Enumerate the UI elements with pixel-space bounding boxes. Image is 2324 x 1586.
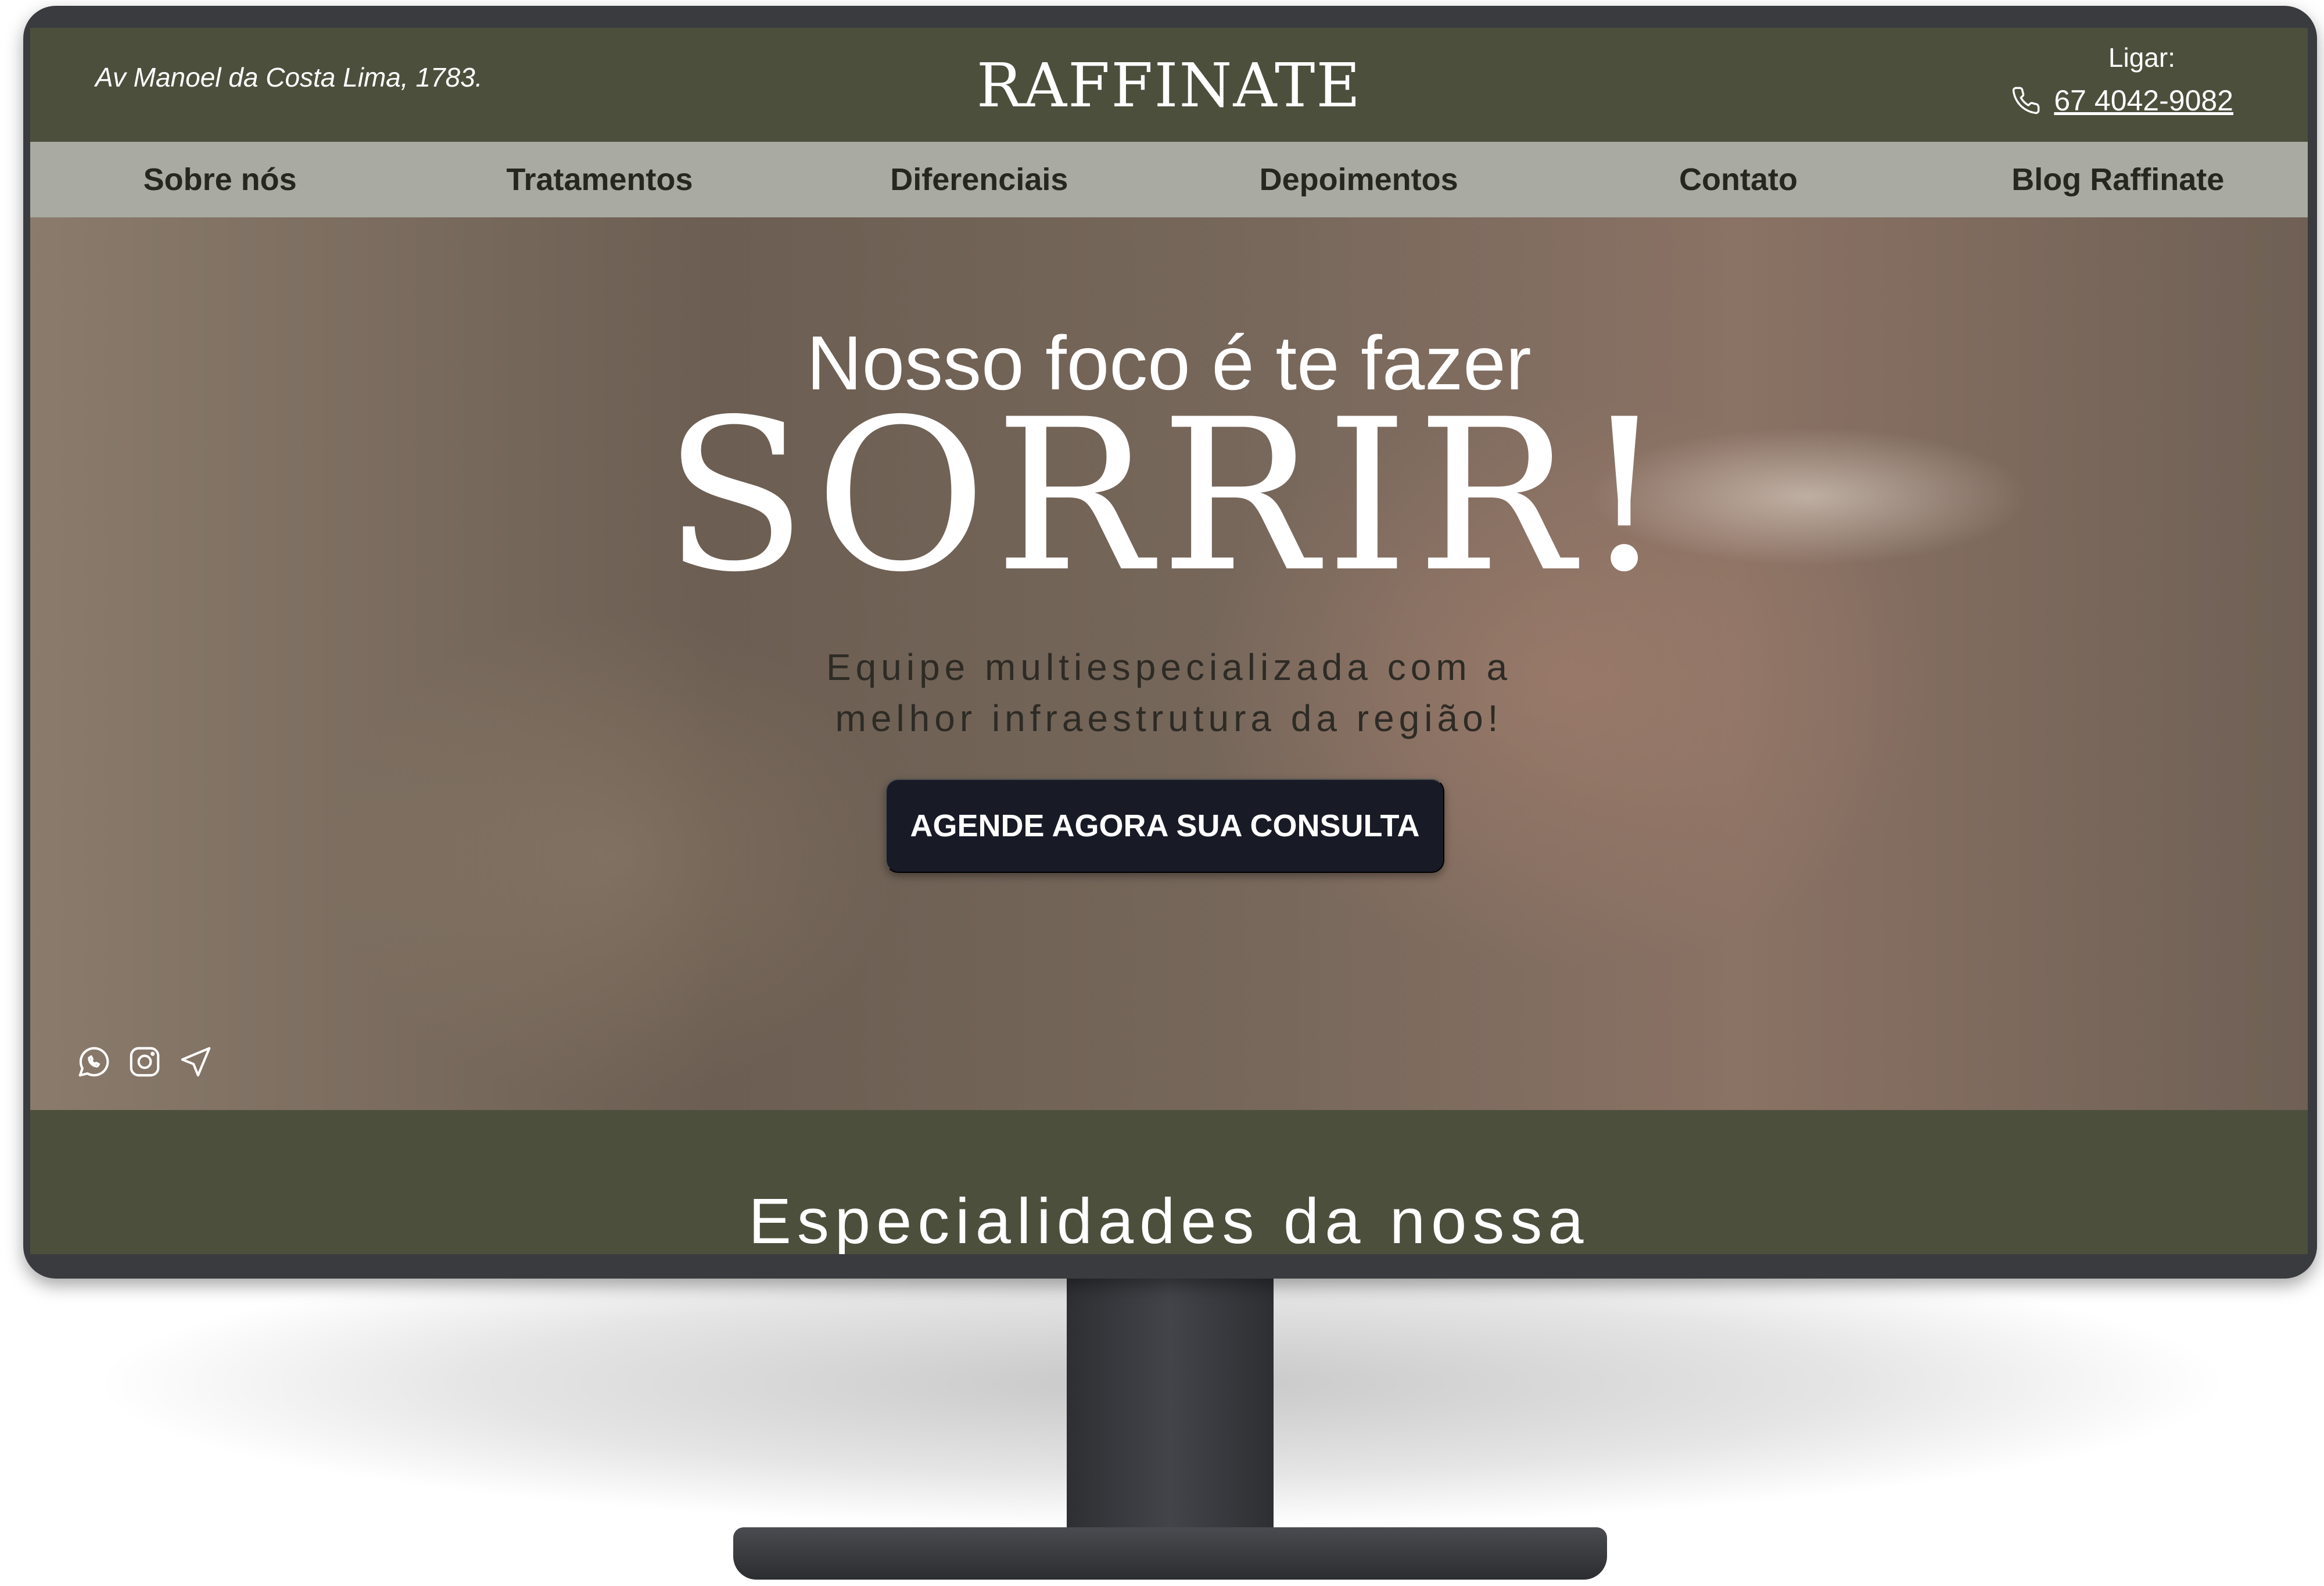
phone-link[interactable]: 67 4042-9082 — [2054, 84, 2233, 117]
nav-item-depoimentos[interactable]: Depoimentos — [1169, 162, 1548, 198]
hero-section: Nosso foco é te fazer SORRIR! Equipe mul… — [30, 217, 2308, 1110]
brand-logo[interactable]: RAFFINATE — [30, 50, 2308, 121]
specialties-section: Especialidades da nossa — [30, 1110, 2308, 1254]
phone-icon — [2013, 87, 2040, 114]
whatsapp-icon[interactable] — [76, 1044, 112, 1080]
nav-item-tratamentos[interactable]: Tratamentos — [410, 162, 789, 198]
instagram-icon[interactable] — [127, 1044, 163, 1080]
phone-contact: 67 4042-9082 — [2011, 84, 2233, 117]
nav-item-sobre-nos[interactable]: Sobre nós — [30, 162, 410, 198]
hero-headline: SORRIR! — [664, 374, 1674, 618]
nav-item-diferenciais[interactable]: Diferenciais — [790, 162, 1169, 198]
hero-subtitle: Equipe multiespecializada com a melhor i… — [826, 646, 1512, 739]
location-arrow-icon[interactable] — [178, 1044, 214, 1080]
social-icons — [76, 1044, 214, 1080]
specialties-title: Especialidades da nossa — [748, 1186, 1590, 1254]
call-label: Ligar: — [2108, 42, 2175, 73]
schedule-appointment-button[interactable]: AGENDE AGORA SUA CONSULTA — [885, 779, 1444, 873]
nav-item-blog[interactable]: Blog Raffinate — [1928, 162, 2308, 198]
main-nav: Sobre nós Tratamentos Diferenciais Depoi… — [30, 142, 2308, 217]
monitor-stand-base — [733, 1527, 1607, 1580]
monitor-stand-neck — [1067, 1276, 1274, 1555]
top-header: Av Manoel da Costa Lima, 1783. RAFFINATE… — [30, 28, 2308, 142]
nav-item-contato[interactable]: Contato — [1548, 162, 1928, 198]
monitor-screen: Av Manoel da Costa Lima, 1783. RAFFINATE… — [30, 28, 2308, 1254]
